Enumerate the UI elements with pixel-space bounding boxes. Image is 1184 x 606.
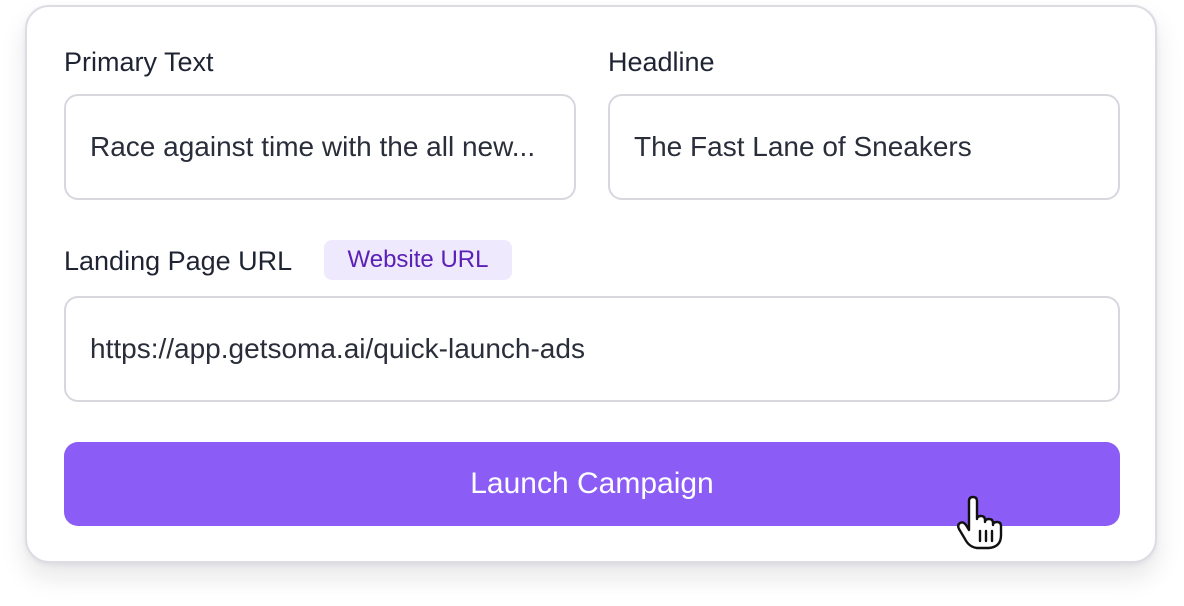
primary-text-field[interactable]: Race against time with the all new...: [64, 94, 576, 200]
landing-url-field[interactable]: https://app.getsoma.ai/quick-launch-ads: [64, 296, 1120, 402]
headline-label: Headline: [608, 47, 715, 77]
landing-url-label: Landing Page URL: [64, 246, 293, 276]
headline-value: The Fast Lane of Sneakers: [634, 131, 972, 162]
headline-field[interactable]: The Fast Lane of Sneakers: [608, 94, 1120, 200]
hand-pointer-icon: [957, 495, 1003, 550]
primary-text-label: Primary Text: [64, 47, 214, 77]
landing-url-value: https://app.getsoma.ai/quick-launch-ads: [90, 333, 585, 364]
primary-text-value: Race against time with the all new...: [90, 131, 536, 162]
website-url-badge: Website URL: [324, 240, 512, 280]
